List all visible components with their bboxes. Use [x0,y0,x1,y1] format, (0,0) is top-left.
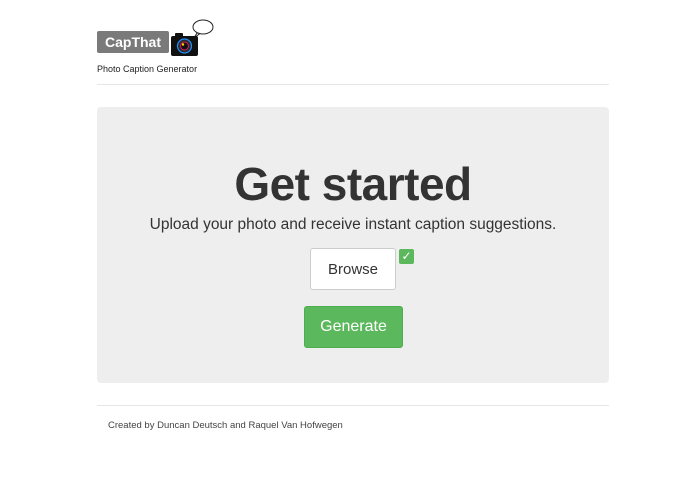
generate-button[interactable]: Generate [304,306,403,348]
checkmark-icon: ✓ [399,249,414,264]
site-header: CapThat Photo Caption Generator [97,18,609,74]
logo[interactable]: CapThat [97,18,609,58]
logo-text: CapThat [97,31,169,53]
page-title: Get started [234,158,472,210]
footer-credits: Created by Duncan Deutsch and Raquel Van… [108,420,343,431]
tagline: Photo Caption Generator [97,64,198,74]
browse-button[interactable]: Browse [310,248,396,290]
upload-panel: Get started Upload your photo and receiv… [97,107,609,383]
header-divider [97,84,609,85]
footer-divider [97,405,609,406]
camera-with-speech-bubble-icon [171,19,214,56]
page-subtitle: Upload your photo and receive instant ca… [149,216,557,233]
